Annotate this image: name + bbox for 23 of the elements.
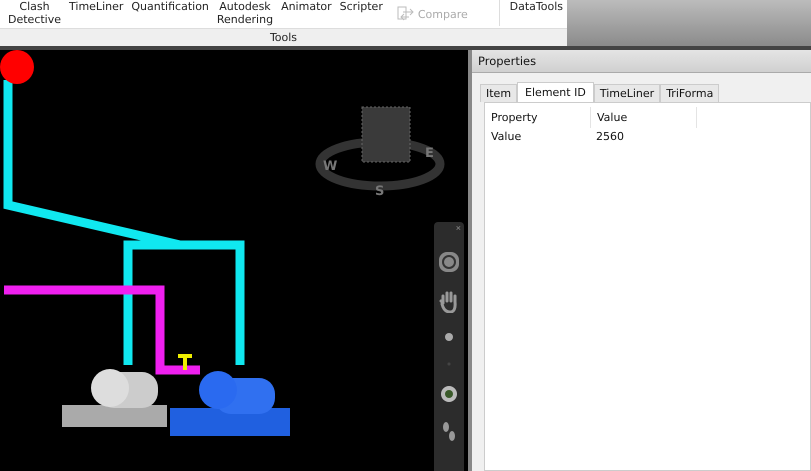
table-cell-text: 2560 — [595, 129, 625, 145]
ribbon-button[interactable]: DataTools — [506, 0, 567, 13]
ribbon-group-label: Tools — [0, 28, 567, 46]
tab[interactable]: Item — [480, 84, 518, 102]
hand-icon[interactable] — [439, 291, 459, 313]
footprints-icon[interactable] — [441, 421, 457, 443]
panel-title: Properties — [472, 50, 811, 73]
ribbon-button[interactable]: Autodesk Rendering — [212, 0, 278, 26]
compare-icon — [396, 5, 415, 23]
eye-icon[interactable] — [440, 385, 458, 403]
table-cell-text: Value — [490, 129, 522, 145]
tab[interactable]: TriForma — [660, 84, 720, 102]
ribbon-button[interactable]: TimeLiner — [65, 0, 128, 13]
ribbon-button[interactable]: Animator — [277, 0, 336, 13]
close-button[interactable]: × — [456, 224, 461, 233]
ribbon-button[interactable]: Quantification — [127, 0, 213, 13]
tab[interactable]: TimeLiner — [594, 84, 660, 102]
tab[interactable]: Element ID — [517, 82, 594, 103]
ribbon-button[interactable]: Clash Detective — [4, 0, 66, 26]
column-header[interactable]: Property — [485, 107, 591, 128]
ribbon-button[interactable]: Scripter — [336, 0, 387, 13]
column-header[interactable]: Value — [591, 107, 697, 128]
dot-icon[interactable] — [446, 361, 452, 367]
